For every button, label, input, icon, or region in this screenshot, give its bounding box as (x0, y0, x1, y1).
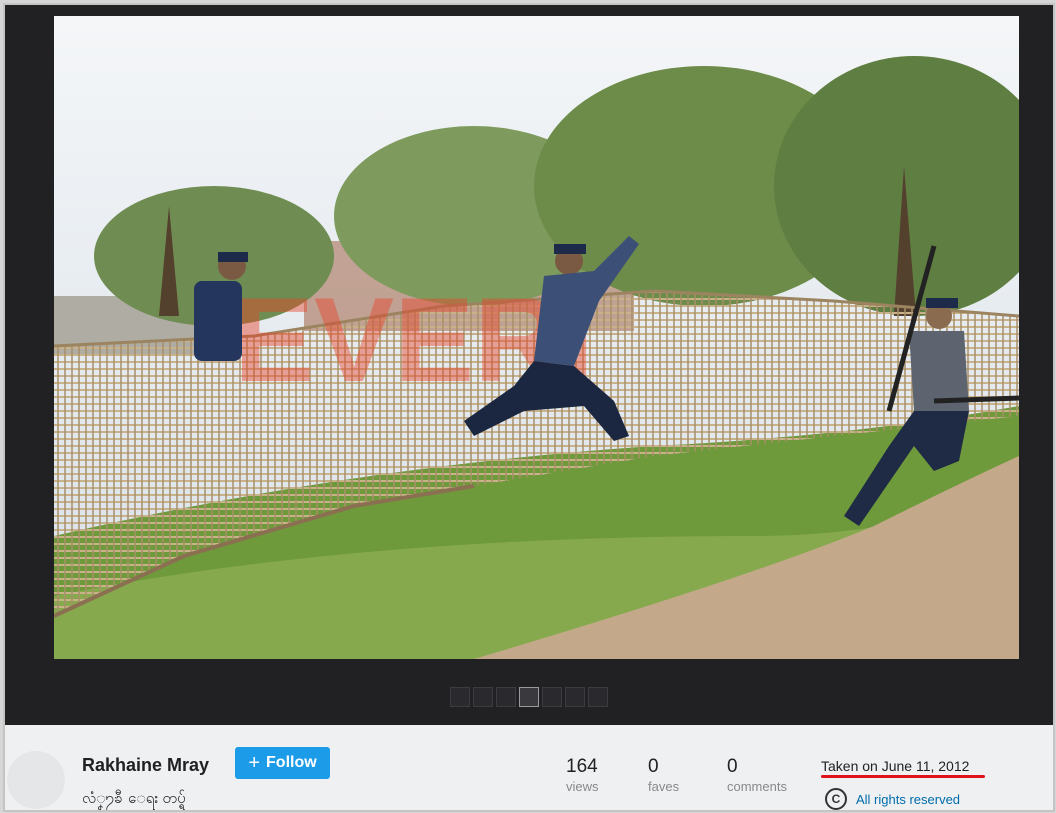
main-photo[interactable]: EVERI (54, 16, 1019, 659)
author-name[interactable]: Rakhaine Mray (82, 755, 209, 776)
pager-thumb-7[interactable] (588, 687, 608, 707)
photo-viewer: EVERI (5, 5, 1053, 725)
photo-info-bar: Rakhaine Mray + Follow လံၞ႒ၶီ ေရး တပ္ရ် … (5, 725, 1053, 810)
stat-label: comments (727, 779, 787, 794)
photo-illustration: EVERI (54, 16, 1019, 659)
pager-thumb-4[interactable] (519, 687, 539, 707)
date-taken[interactable]: Taken on June 11, 2012 (821, 758, 969, 774)
copyright-icon: C (825, 788, 847, 810)
pager-thumb-3[interactable] (496, 687, 516, 707)
stat-value: 164 (566, 756, 598, 777)
pager-thumb-1[interactable] (450, 687, 470, 707)
stat-views: 164 views (566, 756, 599, 795)
pager-thumb-2[interactable] (473, 687, 493, 707)
stat-label: views (566, 779, 599, 794)
license-link[interactable]: All rights reserved (856, 792, 960, 807)
stat-label: faves (648, 779, 680, 794)
avatar[interactable] (7, 751, 65, 809)
plus-icon: + (248, 752, 261, 774)
follow-button[interactable]: + Follow (235, 747, 330, 779)
stat-faves: 0 faves (648, 756, 680, 795)
date-highlight-underline (821, 775, 985, 778)
author-subtitle: လံၞ႒ၶီ ေရး တပ္ရ် (82, 790, 186, 807)
photo-pager (450, 687, 608, 709)
stat-value: 0 (648, 756, 659, 777)
stat-comments: 0 comments (727, 756, 787, 795)
pager-thumb-5[interactable] (542, 687, 562, 707)
follow-button-label: Follow (266, 754, 317, 771)
photo-page: EVERI Rakhaine Mray + Follow လံၞ႒ၶီ ေရး … (3, 3, 1055, 812)
pager-thumb-6[interactable] (565, 687, 585, 707)
stat-value: 0 (727, 756, 738, 777)
